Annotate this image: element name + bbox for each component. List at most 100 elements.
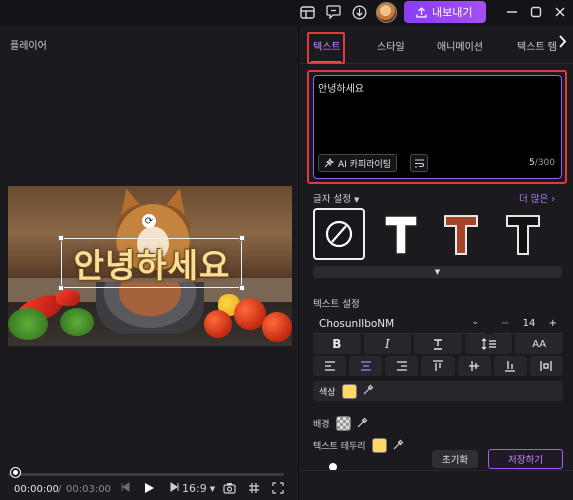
text-editor[interactable]: 안녕하세요 AI 카피라이팅 5/300 xyxy=(313,75,562,179)
time-separator: / xyxy=(58,484,62,495)
snapshot-icon[interactable] xyxy=(223,482,236,494)
export-label: 내보내기 xyxy=(432,6,473,19)
background-label: 배경 xyxy=(313,420,330,430)
distribute-icon xyxy=(540,361,553,371)
timeline-playhead[interactable] xyxy=(11,468,20,477)
player-title: 플레이어 xyxy=(10,41,47,52)
eyedropper-icon[interactable] xyxy=(393,439,404,453)
text-preset-white[interactable] xyxy=(375,208,427,260)
align-center-button[interactable] xyxy=(349,356,383,376)
chat-icon[interactable] xyxy=(324,3,342,21)
eyedropper-icon[interactable] xyxy=(363,384,374,398)
decrease-icon[interactable]: − xyxy=(501,318,509,329)
vertical-align-top-button[interactable] xyxy=(421,356,455,376)
vertical-align-middle-icon xyxy=(469,361,480,371)
t-preset-outline-icon xyxy=(506,215,540,255)
tab-highlight-box xyxy=(307,32,345,64)
text-preset-none[interactable] xyxy=(313,208,365,260)
increase-icon[interactable]: + xyxy=(549,318,557,329)
distribute-button[interactable] xyxy=(529,356,563,376)
total-time: 00:03:00 xyxy=(66,484,111,495)
ai-copywriting-button[interactable]: AI 카피라이팅 xyxy=(318,154,398,172)
resize-handle[interactable] xyxy=(58,285,64,291)
line-spacing-button[interactable] xyxy=(464,334,513,354)
text-wrap-icon[interactable] xyxy=(410,154,428,172)
save-button[interactable]: 저장하기 xyxy=(488,449,563,469)
char-count-max: /300 xyxy=(534,158,555,168)
vertical-align-middle-button[interactable] xyxy=(457,356,491,376)
uppercase-button[interactable]: AA xyxy=(515,334,563,354)
chevron-down-icon: ▼ xyxy=(434,268,441,276)
align-right-button[interactable] xyxy=(385,356,419,376)
properties-panel: 텍스트 스타일 애니메이션 텍스트 템 안녕하세요 AI 카피라이팅 5/300… xyxy=(298,26,573,500)
layout-icon[interactable] xyxy=(298,3,316,21)
current-time: 00:00:00 xyxy=(14,484,59,495)
text-color-row: 색상 xyxy=(313,381,563,401)
close-icon[interactable] xyxy=(552,4,568,20)
text-preset-brown[interactable] xyxy=(435,208,487,260)
font-family-value: ChosunIlboNM xyxy=(319,317,395,330)
minimize-icon[interactable] xyxy=(504,4,520,20)
avatar[interactable] xyxy=(376,2,397,23)
maximize-icon[interactable] xyxy=(528,4,544,20)
background-row: 배경 xyxy=(313,416,368,431)
vertical-align-bottom-button[interactable] xyxy=(493,356,527,376)
vertical-align-bottom-icon xyxy=(505,361,516,372)
eyedropper-icon[interactable] xyxy=(357,417,368,431)
text-selection-box[interactable] xyxy=(61,238,242,288)
grid-icon[interactable] xyxy=(248,482,260,494)
reset-button[interactable]: 초기화 xyxy=(432,450,478,468)
text-color-swatch[interactable] xyxy=(341,383,357,399)
align-left-button[interactable] xyxy=(313,356,347,376)
magic-wand-icon xyxy=(324,158,335,168)
align-left-icon xyxy=(324,361,335,371)
char-counter: 5/300 xyxy=(529,158,555,168)
text-settings-label: 텍스트 설정 xyxy=(313,299,360,310)
resize-handle[interactable] xyxy=(58,235,64,241)
chevron-right-icon[interactable] xyxy=(558,35,567,52)
vertical-align-top-icon xyxy=(432,360,443,371)
align-center-icon xyxy=(360,361,371,371)
tab-animation[interactable]: 애니메이션 xyxy=(437,38,483,53)
presets-expand-button[interactable]: ▼ xyxy=(313,266,562,278)
prev-frame-icon[interactable] xyxy=(120,482,130,492)
background-color-swatch[interactable] xyxy=(335,416,351,431)
color-label: 색상 xyxy=(319,387,336,398)
stroke-label: 텍스트 테두리 xyxy=(313,442,366,452)
chevron-down-icon: ▼ xyxy=(209,484,216,493)
play-icon[interactable] xyxy=(144,482,155,494)
chevron-down-icon: ▼ xyxy=(354,196,360,204)
resize-handle[interactable] xyxy=(239,285,245,291)
text-underline-icon xyxy=(433,339,442,350)
fullscreen-icon[interactable] xyxy=(272,482,284,494)
tab-bar: 텍스트 스타일 애니메이션 텍스트 템 xyxy=(299,26,573,64)
download-icon[interactable] xyxy=(350,3,368,21)
timeline-track[interactable] xyxy=(8,473,284,476)
upload-icon xyxy=(416,6,427,18)
t-preset-brown-icon xyxy=(444,215,478,255)
format-row: B I AA xyxy=(313,334,563,356)
more-link[interactable]: 더 많은 › xyxy=(519,191,555,205)
t-preset-white-icon xyxy=(384,215,418,255)
text-preset-outline[interactable] xyxy=(497,208,549,260)
aspect-ratio-value: 16:9 xyxy=(182,482,207,495)
char-settings-label[interactable]: 글자 설정 ▼ xyxy=(313,191,359,205)
resize-handle[interactable] xyxy=(239,235,245,241)
aspect-ratio-select[interactable]: 16:9 ▼ xyxy=(182,482,215,495)
tab-text-template[interactable]: 텍스트 템 xyxy=(517,38,557,53)
font-size-value[interactable]: 14 xyxy=(523,318,536,329)
export-button[interactable]: 내보내기 xyxy=(404,1,486,23)
editor-text[interactable]: 안녕하세요 xyxy=(318,80,364,95)
font-family-select[interactable]: ChosunIlboNM ⌄ xyxy=(313,314,485,334)
rotate-icon[interactable]: ⟳ xyxy=(142,214,156,228)
bold-button[interactable]: B xyxy=(313,334,361,354)
italic-button[interactable]: I xyxy=(363,334,412,354)
line-spacing-icon xyxy=(481,338,496,350)
ai-copywriting-label: AI 카피라이팅 xyxy=(338,159,392,170)
stroke-color-swatch[interactable] xyxy=(371,438,387,453)
next-frame-icon[interactable] xyxy=(170,482,180,492)
alignment-row xyxy=(313,356,563,378)
tab-style[interactable]: 스타일 xyxy=(377,38,405,53)
underline-button[interactable] xyxy=(414,334,462,354)
font-size-stepper[interactable]: − 14 + xyxy=(495,314,563,334)
